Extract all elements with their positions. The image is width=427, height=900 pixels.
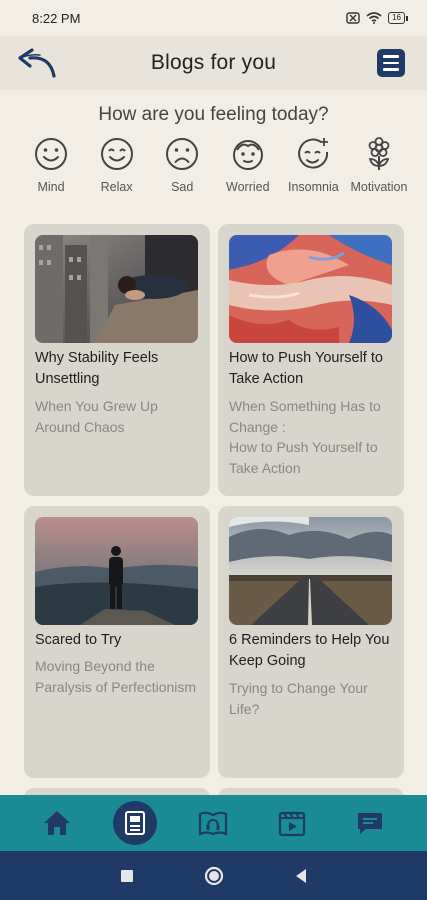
feeling-question: How are you feeling today? [98,104,329,125]
audio-book-icon [199,811,228,836]
mood-relax[interactable]: Relax [86,136,148,194]
circle-icon [204,866,223,885]
blog-subtitle: Trying to Change Your Life? [229,680,368,717]
sad-face-icon [166,138,199,170]
nav-blogs[interactable] [113,801,158,845]
blog-card[interactable]: 6 Reminders to Help You Keep Going Tryin… [218,506,404,778]
chat-icon [357,813,382,834]
nav-chat[interactable] [348,801,392,845]
menu-button[interactable] [377,49,405,77]
blogs-icon [125,811,146,835]
blog-thumbnail [35,517,198,625]
blog-card[interactable]: Why Stability Feels Unsettling When You … [24,224,210,496]
mood-label: Sad [171,180,194,194]
home-system-button[interactable] [204,866,224,886]
blog-title: Why Stability Feels Unsettling [35,350,159,387]
blog-thumbnail [229,517,392,625]
triangle-back-icon [295,868,306,883]
abstract-paint-photo [229,235,392,343]
alarm-off-icon [346,12,360,24]
blog-subtitle: Moving Beyond the Paralysis of Perfectio… [35,658,197,695]
mood-label: Insomnia [288,180,339,194]
bottom-nav [0,795,427,851]
menu-icon-line [383,55,399,58]
nav-videos[interactable] [270,801,314,845]
happy-face-icon [100,138,133,170]
blog-subtitle: When Something Has to Change : How to Pu… [229,398,381,476]
square-icon [120,869,133,882]
mood-label: Mind [37,180,65,194]
status-time: 8:22 PM [32,10,81,26]
blog-title: 6 Reminders to Help You Keep Going [229,632,390,669]
battery-icon: 16 [388,12,408,24]
blog-title: How to Push Yourself to Take Action [229,350,383,387]
status-icons: 16 [346,12,408,24]
mood-label: Relax [100,180,133,194]
mood-worried[interactable]: Worried [217,136,279,194]
worried-face-icon [232,140,263,170]
blog-title: Scared to Try [35,632,122,648]
back-arrow-icon [18,48,56,78]
mood-motivation[interactable]: Motivation [348,136,410,194]
mood-selector: Mind Relax Sad Worried Insomnia Motivati… [20,136,410,194]
blog-thumbnail [229,235,392,343]
mood-label: Motivation [350,180,408,194]
nav-audio-books[interactable] [191,801,235,845]
wifi-icon [366,12,382,24]
insomnia-face-icon [298,138,329,169]
video-icon [278,811,305,837]
system-nav-bar [0,851,427,900]
blog-card[interactable]: How to Push Yourself to Take Action When… [218,224,404,496]
status-bar: 8:22 PM 16 [0,0,427,36]
person-on-cliff-photo [35,517,198,625]
nav-home[interactable] [35,801,79,845]
blog-thumbnail [35,235,198,343]
recent-apps-button[interactable] [120,869,134,883]
back-system-button[interactable] [294,868,308,884]
open-road-photo [229,517,392,625]
blog-subtitle: When You Grew Up Around Chaos [35,398,158,435]
menu-icon-line [383,68,399,71]
blog-card[interactable]: Scared to Try Moving Beyond the Paralysi… [24,506,210,778]
mood-sad[interactable]: Sad [151,136,213,194]
page-title: Blogs for you [150,51,277,74]
flower-icon [368,137,390,170]
back-button[interactable] [16,46,58,80]
mood-insomnia[interactable]: Insomnia [282,136,344,194]
home-icon [44,811,71,835]
app-header: Blogs for you [0,36,427,90]
city-sleeping-person-photo [35,235,198,343]
mood-label: Worried [226,180,270,194]
smile-face-icon [35,138,67,170]
mood-mind[interactable]: Mind [20,136,82,194]
menu-icon-line [383,61,399,65]
